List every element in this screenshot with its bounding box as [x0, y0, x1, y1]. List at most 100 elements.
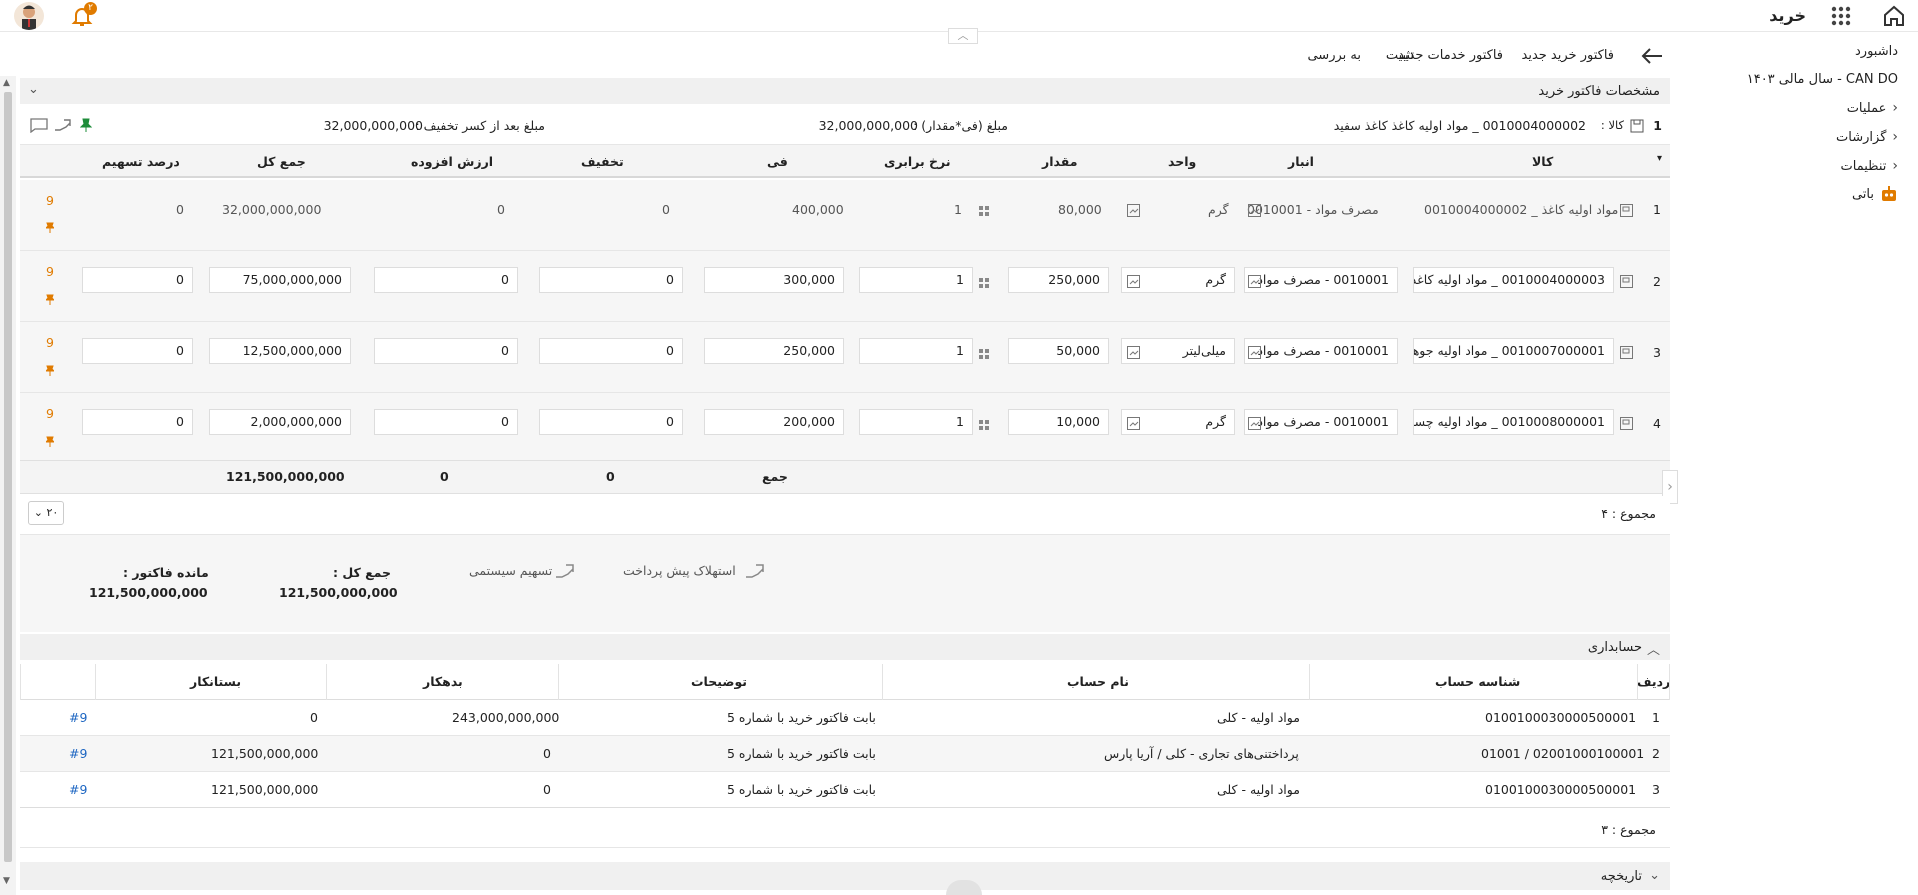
goods-lookup-icon[interactable] [1620, 275, 1633, 288]
row-pin-icon[interactable] [46, 365, 54, 376]
home-icon[interactable] [1882, 4, 1906, 28]
store-lookup-icon[interactable] [1248, 346, 1261, 359]
store-lookup-icon[interactable] [1248, 275, 1261, 288]
unit-lookup-icon[interactable] [1127, 417, 1140, 430]
sidebar-item-dashboard[interactable]: داشبورد [1855, 44, 1898, 59]
table-row[interactable]: 1 0100100030000500001 مواد اولیه - کلی ب… [20, 700, 1670, 736]
history-title: تاریخچه [1600, 869, 1642, 884]
prepay-amortization-button[interactable]: استهلاک پیش پرداخت [623, 563, 736, 578]
notification-bell-icon[interactable]: ۲ [70, 2, 97, 28]
confirm-button[interactable]: تثبیت [1386, 48, 1414, 63]
comment-icon[interactable] [30, 118, 48, 133]
unit-lookup-icon[interactable] [1127, 275, 1140, 288]
back-arrow-icon[interactable] [1640, 46, 1664, 66]
total-input[interactable]: 2,000,000,000 [209, 409, 351, 435]
unit-lookup-icon[interactable] [1127, 204, 1140, 217]
voucher-link[interactable]: #9 [69, 746, 87, 761]
pin-icon[interactable] [80, 118, 92, 132]
sidebar-item-settings[interactable]: ‹ تنظیمات [1841, 158, 1898, 174]
qty-grid-icon[interactable] [979, 278, 990, 289]
system-share-button[interactable]: تسهیم سیستمی [469, 563, 552, 578]
qty-input[interactable]: 250,000 [1008, 267, 1109, 293]
fee-input[interactable]: 300,000 [704, 267, 844, 293]
voucher-link[interactable]: #9 [69, 710, 87, 725]
system-share-icon[interactable] [555, 563, 575, 579]
row-pin-icon[interactable] [46, 294, 54, 305]
history-panel-header[interactable]: ⌄ تاریخچه [20, 862, 1670, 890]
col-share: درصد تسهیم [102, 154, 180, 169]
scrollbar-thumb[interactable] [4, 92, 12, 862]
share-input[interactable]: 0 [82, 267, 193, 293]
sidebar-item-reports[interactable]: ‹ گزارشات [1836, 129, 1898, 145]
chevron-down-icon[interactable]: ⌄ [28, 82, 39, 97]
row-pin-icon[interactable] [46, 222, 54, 233]
row-action-link[interactable]: 9 [46, 264, 54, 279]
discount-input[interactable]: 0 [539, 409, 683, 435]
table-row[interactable]: 3 0100100030000500001 مواد اولیه - کلی ب… [20, 772, 1670, 808]
chevron-down-icon[interactable]: ⌄ [1649, 868, 1660, 883]
scroll-down-icon[interactable]: ▼ [3, 876, 10, 886]
chevron-up-icon[interactable]: ︿ [1647, 639, 1660, 658]
hand-money-icon[interactable] [54, 118, 72, 132]
discount-input[interactable]: 0 [539, 267, 683, 293]
qty-grid-icon[interactable] [979, 349, 990, 360]
goods-input[interactable]: 0010004000003 _ مواد اولیه کاغذ [1413, 267, 1614, 293]
fee-input[interactable]: 200,000 [704, 409, 844, 435]
goods-lookup-icon[interactable] [1620, 346, 1633, 359]
store-input[interactable]: 0010001 - مصرف مواد [1244, 409, 1398, 435]
total-input[interactable]: 75,000,000,000 [209, 267, 351, 293]
row-action-link[interactable]: 9 [46, 335, 54, 350]
rate-input[interactable]: 1 [859, 409, 973, 435]
voucher-link[interactable]: #9 [69, 782, 87, 797]
share-input[interactable]: 0 [82, 338, 193, 364]
qty-grid-icon[interactable] [979, 420, 990, 431]
grand-total-label: جمع کل : [333, 565, 392, 580]
acc-col-row: ردیف [1637, 674, 1671, 689]
accounting-count-label: مجموع : ۳ [1601, 822, 1656, 837]
sidebar-item-bot[interactable]: باتی [1852, 186, 1898, 202]
rate-input[interactable]: 1 [859, 267, 973, 293]
fee-input[interactable]: 250,000 [704, 338, 844, 364]
qty-input[interactable]: 10,000 [1008, 409, 1109, 435]
store-input[interactable]: 0010001 - مصرف مواد [1244, 267, 1398, 293]
new-purchase-invoice-button[interactable]: فاکتور خرید جدید [1522, 48, 1615, 63]
store-lookup-icon[interactable] [1248, 204, 1261, 217]
store-lookup-icon[interactable] [1248, 417, 1261, 430]
user-avatar[interactable] [14, 2, 44, 30]
goods-lookup-icon[interactable] [1620, 417, 1633, 430]
row-action-link[interactable]: 9 [46, 406, 54, 421]
qty-input[interactable]: 50,000 [1008, 338, 1109, 364]
goods-input[interactable]: 0010008000001 _ مواد اولیه چسب [1413, 409, 1614, 435]
store-input[interactable]: 0010001 - مصرف مواد [1244, 338, 1398, 364]
collapse-header-button[interactable]: ︿ [948, 28, 978, 44]
prepay-amortization-icon[interactable] [745, 563, 765, 579]
goods-input[interactable]: 0010007000001 _ مواد اولیه جوهر [1413, 338, 1614, 364]
page-size-select[interactable]: ⌄ ۲۰ [28, 501, 64, 525]
rate-input[interactable]: 1 [859, 338, 973, 364]
to-review-button[interactable]: به بررسی [1307, 48, 1361, 63]
goods-lookup-icon[interactable] [1620, 204, 1633, 217]
caret-down-icon[interactable]: ▾ [1657, 153, 1662, 164]
totals-total: 121,500,000,000 [226, 469, 345, 484]
sidebar-item-operations[interactable]: ‹ عملیات [1847, 100, 1898, 116]
row-pin-icon[interactable] [46, 436, 54, 447]
vat-input[interactable]: 0 [374, 267, 518, 293]
qty-grid-icon[interactable] [979, 206, 990, 217]
acc-col-credit: بستانکار [190, 674, 242, 689]
row-action-link[interactable]: 9 [46, 193, 54, 208]
vertical-scrollbar[interactable]: ▲ ▼ [0, 76, 16, 895]
table-row[interactable]: 2 01001 / 02001000100001 پرداختنی‌های تج… [20, 736, 1670, 772]
unit-lookup-icon[interactable] [1127, 346, 1140, 359]
vat-input[interactable]: 0 [374, 409, 518, 435]
accounting-pager: مجموع : ۳ [20, 810, 1670, 848]
vat-input[interactable]: 0 [374, 338, 518, 364]
apps-grid-icon[interactable] [1830, 5, 1852, 27]
items-pager: مجموع : ۴ ⌄ ۲۰ [20, 496, 1670, 532]
total-input[interactable]: 12,500,000,000 [209, 338, 351, 364]
sidebar-item-fiscal-year[interactable]: CAN DO - سال مالی ۱۴۰۳ [1747, 72, 1898, 87]
discount-input[interactable]: 0 [539, 338, 683, 364]
invoice-panel-header[interactable]: مشخصات فاکتور خرید ⌄ [20, 78, 1670, 104]
scroll-up-icon[interactable]: ▲ [3, 78, 10, 88]
accounting-panel-header[interactable]: ︿ حسابداری [20, 634, 1670, 660]
share-input[interactable]: 0 [82, 409, 193, 435]
